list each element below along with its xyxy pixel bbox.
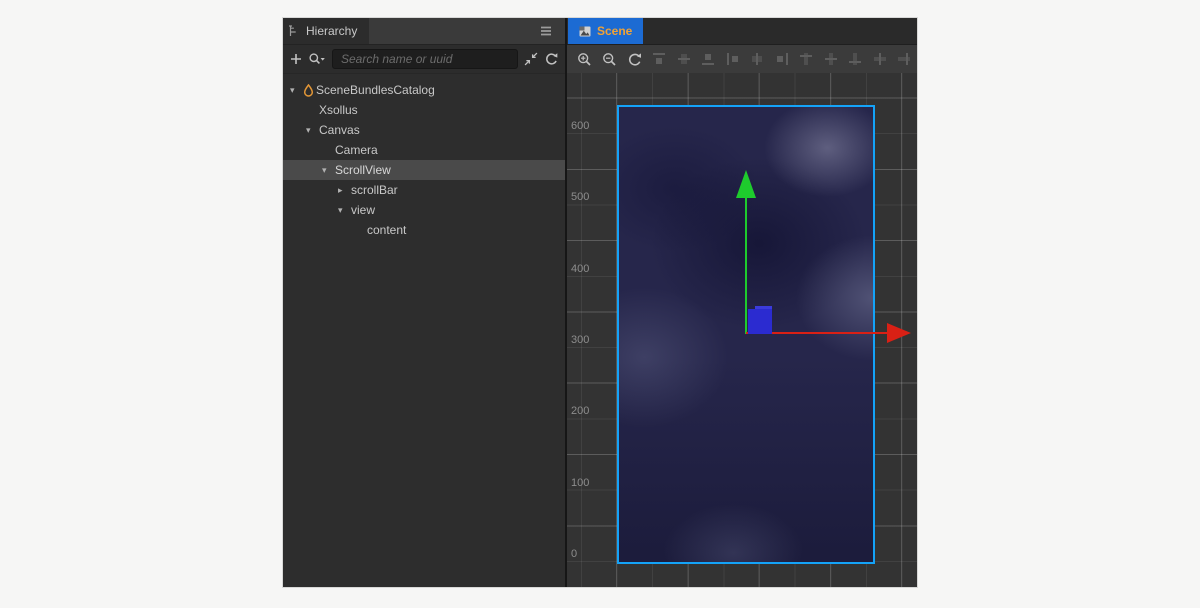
tree-item-label: Canvas <box>319 123 360 137</box>
ruler-label: 0 <box>571 547 597 561</box>
panel-menu-icon[interactable] <box>539 26 553 36</box>
align-top-icon <box>652 52 666 66</box>
tree-item-label: scrollBar <box>351 183 398 197</box>
ruler-label: 100 <box>571 476 597 490</box>
distribute-vertical-center-icon <box>824 52 838 66</box>
scene-tabbar: Scene <box>567 18 917 45</box>
collapse-all-button[interactable] <box>524 52 538 66</box>
tree-expand-arrow-icon[interactable]: ▸ <box>338 180 351 200</box>
tree-item-label: content <box>367 223 406 237</box>
hierarchy-toolbar <box>283 45 565 74</box>
tree-item-scenebundlescatalog[interactable]: ▾ SceneBundlesCatalog <box>283 80 565 100</box>
tree-item-xsollus[interactable]: Xsollus <box>283 100 565 120</box>
tree-expand-arrow-icon[interactable]: ▾ <box>290 80 303 100</box>
align-right-icon <box>775 52 789 66</box>
hierarchy-icon <box>288 25 300 37</box>
scene-toolbar <box>567 45 917 73</box>
ruler-label: 200 <box>571 404 597 418</box>
tree-item-label: ScrollView <box>335 163 391 177</box>
tree-item-label: SceneBundlesCatalog <box>316 83 435 97</box>
ruler-label: 300 <box>571 333 597 347</box>
distribute-horizontal-center-icon <box>873 52 887 66</box>
reset-view-icon[interactable] <box>627 52 642 67</box>
editor-workspace: Hierarchy ▾SceneBundlesCatalogXsollus▾Ca… <box>283 18 917 587</box>
scene-icon <box>579 26 591 37</box>
distribute-right-icon <box>897 52 911 66</box>
tree-expand-arrow-icon[interactable]: ▾ <box>306 120 319 140</box>
distribute-top-icon <box>799 52 813 66</box>
tab-hierarchy-label: Hierarchy <box>306 24 357 38</box>
refresh-button[interactable] <box>544 52 558 66</box>
align-vertical-center-icon <box>677 52 691 66</box>
hierarchy-tabbar: Hierarchy <box>283 18 565 45</box>
tree-item-scrollview[interactable]: ▾ScrollView <box>283 160 565 180</box>
tree-item-scrollbar[interactable]: ▸scrollBar <box>283 180 565 200</box>
tree-item-camera[interactable]: Camera <box>283 140 565 160</box>
tree-item-canvas[interactable]: ▾Canvas <box>283 120 565 140</box>
align-horizontal-center-icon <box>750 52 764 66</box>
hierarchy-panel: Hierarchy ▾SceneBundlesCatalogXsollus▾Ca… <box>283 18 565 587</box>
align-left-icon <box>726 52 740 66</box>
ruler-label: 400 <box>571 262 597 276</box>
tree-item-label: Xsollus <box>319 103 358 117</box>
distribute-bottom-icon <box>848 52 862 66</box>
tab-hierarchy[interactable]: Hierarchy <box>283 18 369 44</box>
ruler-label: 600 <box>571 119 597 133</box>
scene-viewport[interactable]: 600 500 400 300 200 100 0 <box>567 73 917 587</box>
tree-expand-arrow-icon[interactable]: ▾ <box>322 160 335 180</box>
gizmo-x-axis-arrow-icon[interactable] <box>887 323 911 343</box>
scene-panel: Scene 600 500 400 300 200 100 0 <box>565 18 917 587</box>
scene-asset-icon <box>303 84 316 97</box>
gizmo-y-axis[interactable] <box>745 198 747 334</box>
create-node-button[interactable] <box>290 53 302 65</box>
tab-scene-label: Scene <box>597 24 632 38</box>
hierarchy-tree: ▾SceneBundlesCatalogXsollus▾CanvasCamera… <box>283 74 565 587</box>
tree-expand-arrow-icon[interactable]: ▾ <box>338 200 351 220</box>
search-filter-button[interactable] <box>308 52 326 66</box>
tree-item-content[interactable]: content <box>283 220 565 240</box>
gizmo-y-axis-arrow-icon[interactable] <box>736 170 756 198</box>
tab-scene[interactable]: Scene <box>568 18 643 44</box>
align-bottom-icon <box>701 52 715 66</box>
tree-item-view[interactable]: ▾view <box>283 200 565 220</box>
tree-item-label: view <box>351 203 375 217</box>
search-input[interactable] <box>332 49 518 69</box>
selected-node-rect[interactable] <box>748 309 772 334</box>
ruler-label: 500 <box>571 190 597 204</box>
zoom-out-icon[interactable] <box>602 52 617 67</box>
zoom-in-icon[interactable] <box>577 52 592 67</box>
tree-item-label: Camera <box>335 143 378 157</box>
